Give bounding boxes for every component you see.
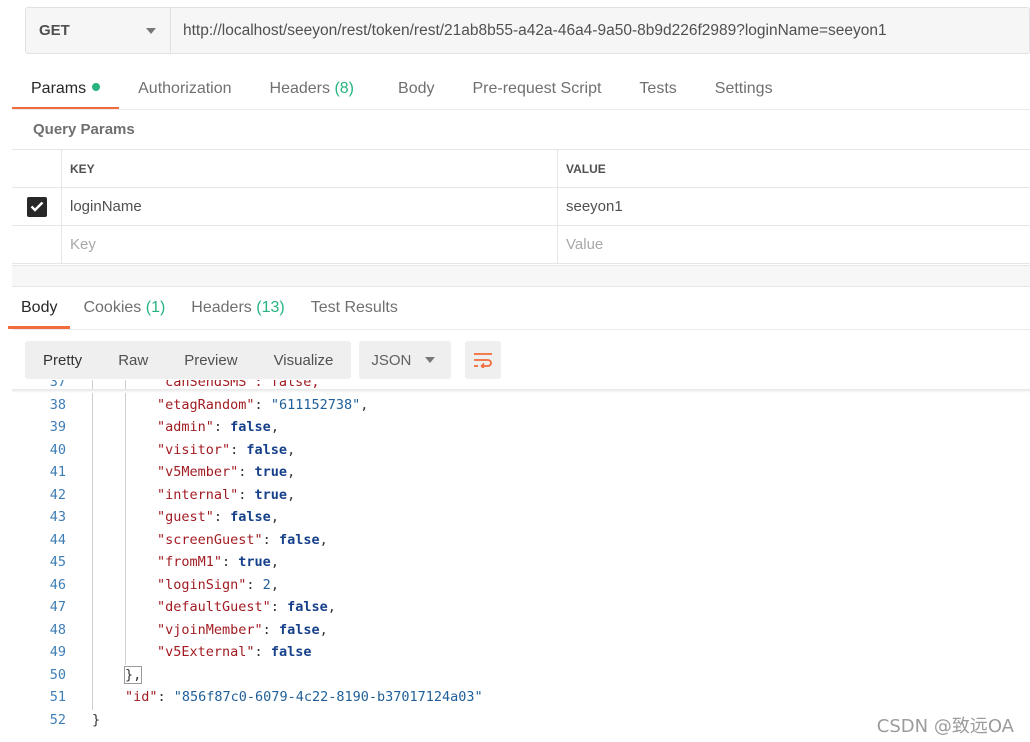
url-input[interactable]: http://localhost/seeyon/rest/token/rest/… bbox=[171, 8, 1029, 53]
column-value-header: VALUE bbox=[566, 161, 606, 176]
code-line: 45 bbox=[12, 551, 66, 573]
code-line: 39 bbox=[12, 416, 66, 438]
code-text: } bbox=[92, 711, 101, 728]
format-select[interactable]: JSON bbox=[359, 341, 452, 379]
code-line: 50 bbox=[12, 664, 66, 686]
view-preview-button[interactable]: Preview bbox=[166, 341, 255, 379]
param-value-field[interactable]: seeyon1 bbox=[558, 188, 1030, 225]
view-raw-button[interactable]: Raw bbox=[100, 341, 166, 379]
tab-prerequest-script[interactable]: Pre-request Script bbox=[453, 80, 620, 108]
tab-headers[interactable]: Headers (8) bbox=[251, 80, 374, 108]
code-text: "fromM1": true, bbox=[157, 554, 279, 570]
line-number: 38 bbox=[49, 396, 66, 413]
method-label: GET bbox=[39, 22, 70, 39]
code-line: 47 bbox=[12, 596, 66, 618]
view-visualize-button[interactable]: Visualize bbox=[256, 341, 352, 379]
code-text: "id": "856f87c0-6079-4c22-8190-b37017124… bbox=[125, 689, 483, 705]
tab-test-results[interactable]: Test Results bbox=[298, 299, 411, 327]
request-tabs: Params Authorization Headers (8) Body Pr… bbox=[12, 72, 792, 110]
line-number: 39 bbox=[49, 419, 66, 435]
param-key-field[interactable]: loginName bbox=[62, 188, 558, 225]
indent-guide bbox=[125, 380, 126, 665]
view-mode-group: Pretty Raw Preview Visualize bbox=[25, 341, 352, 379]
tab-response-headers[interactable]: Headers (13) bbox=[178, 299, 297, 327]
response-headers-count: (13) bbox=[256, 299, 285, 316]
query-params-table: KEY VALUE loginName seeyon1 Key Value bbox=[12, 149, 1030, 264]
code-top-shadow bbox=[12, 389, 1030, 393]
tab-authorization[interactable]: Authorization bbox=[119, 80, 250, 108]
response-tabs-divider bbox=[12, 329, 1030, 330]
line-number: 45 bbox=[49, 554, 66, 570]
line-number: 40 bbox=[49, 441, 66, 458]
headers-count: (8) bbox=[334, 80, 355, 97]
code-text: "vjoinMember": false, bbox=[157, 621, 328, 638]
checkmark-icon bbox=[30, 201, 43, 212]
code-line: 51 bbox=[12, 686, 66, 708]
line-number: 46 bbox=[49, 576, 66, 593]
param-enabled-checkbox[interactable] bbox=[26, 196, 47, 217]
line-number: 48 bbox=[49, 621, 66, 638]
line-number: 43 bbox=[49, 509, 66, 525]
code-line: 40 bbox=[12, 439, 66, 461]
chevron-down-icon bbox=[146, 27, 156, 34]
code-text: "loginSign": 2, bbox=[157, 576, 279, 593]
code-text: "defaultGuest": false, bbox=[157, 599, 336, 615]
code-line: 46 bbox=[12, 574, 66, 596]
tab-body[interactable]: Body bbox=[373, 80, 453, 108]
tab-params[interactable]: Params bbox=[12, 80, 120, 110]
cookies-count: (1) bbox=[145, 299, 166, 316]
code-text: "internal": true, bbox=[157, 486, 296, 503]
view-pretty-button[interactable]: Pretty bbox=[25, 341, 100, 379]
tab-tests[interactable]: Tests bbox=[620, 80, 695, 108]
request-bar: GET http://localhost/seeyon/rest/token/r… bbox=[25, 7, 1030, 54]
code-text: "etagRandom": "611152738", bbox=[157, 396, 369, 413]
code-text: "screenGuest": false, bbox=[157, 531, 328, 548]
line-number: 42 bbox=[49, 486, 66, 503]
code-line: 44 bbox=[12, 529, 66, 551]
response-body-code[interactable]: 37 "canSendSMS": false, 38 "etagRandom": "6… bbox=[12, 380, 1030, 742]
code-text: "guest": false, bbox=[157, 509, 279, 525]
code-line: 38 bbox=[12, 394, 66, 416]
method-select[interactable]: GET bbox=[26, 8, 171, 53]
tab-cookies[interactable]: Cookies (1) bbox=[70, 299, 178, 327]
code-line: 48 bbox=[12, 619, 66, 641]
pane-resizer[interactable] bbox=[12, 265, 1030, 287]
line-number: 47 bbox=[49, 599, 66, 615]
tabs-divider bbox=[12, 109, 1030, 110]
code-line: 41 bbox=[12, 461, 66, 483]
table-header-row: KEY VALUE bbox=[12, 150, 1030, 188]
query-params-title: Query Params bbox=[33, 121, 135, 138]
new-key-field[interactable]: Key bbox=[62, 226, 558, 263]
indent-guide bbox=[92, 380, 93, 710]
line-number: 41 bbox=[49, 464, 66, 480]
format-label: JSON bbox=[371, 351, 412, 369]
table-row-new: Key Value bbox=[12, 226, 1030, 264]
code-text: "v5Member": true, bbox=[157, 464, 296, 480]
code-line: 42 bbox=[12, 484, 66, 506]
column-key-header: KEY bbox=[62, 150, 558, 187]
watermark: CSDN @致远OA bbox=[876, 716, 1014, 737]
line-number: 44 bbox=[49, 531, 66, 548]
code-line: 52 bbox=[12, 709, 66, 731]
wrap-lines-icon bbox=[474, 353, 493, 368]
line-number: 51 bbox=[49, 689, 66, 705]
code-text: "visitor": false, bbox=[157, 441, 296, 458]
code-text: }, bbox=[123, 665, 143, 684]
code-text: "admin": false, bbox=[157, 419, 279, 435]
tab-response-body[interactable]: Body bbox=[8, 299, 71, 329]
table-row: loginName seeyon1 bbox=[12, 188, 1030, 226]
line-number: 52 bbox=[49, 711, 66, 728]
new-value-field[interactable]: Value bbox=[558, 226, 1030, 263]
line-number: 49 bbox=[49, 644, 66, 660]
chevron-down-icon bbox=[425, 357, 436, 363]
tab-settings[interactable]: Settings bbox=[696, 80, 792, 108]
wrap-lines-button[interactable] bbox=[465, 341, 502, 379]
code-line: 49 bbox=[12, 641, 66, 663]
code-line: 43 bbox=[12, 506, 66, 528]
line-number: 50 bbox=[49, 666, 66, 683]
response-tabs: Body Cookies (1) Headers (13) Test Resul… bbox=[8, 291, 411, 329]
response-toolbar: Pretty Raw Preview Visualize JSON bbox=[25, 341, 502, 379]
params-active-dot-icon bbox=[92, 83, 101, 91]
code-text: "v5External": false bbox=[157, 644, 312, 660]
